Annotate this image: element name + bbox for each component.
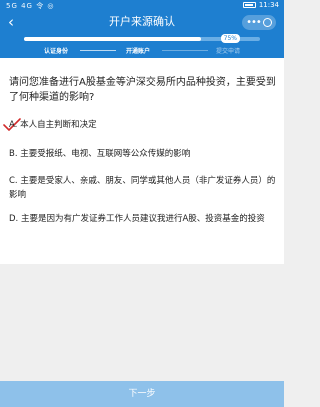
- next-button[interactable]: 下一步: [0, 381, 284, 407]
- option-c[interactable]: C. 主要是受家人、亲戚、朋友、同学或其他人员（非广发证券人员）的影响: [9, 174, 277, 202]
- more-icon[interactable]: •••: [246, 17, 262, 28]
- option-d[interactable]: D. 主要是因为有广发证券工作人员建议我进行A股、投资基金的投资: [9, 212, 277, 226]
- battery-icon: [242, 2, 256, 8]
- option-a[interactable]: A. 本人自主判断和决定: [9, 118, 277, 132]
- navigation-bar: ‹ 开户来源确认 •••: [0, 12, 284, 34]
- step-connector: [80, 50, 116, 51]
- progress-fill: [24, 37, 201, 41]
- clock: 11:34: [258, 1, 279, 9]
- close-mini-program-icon[interactable]: [262, 18, 272, 27]
- step-submit-application: 提交申请: [216, 48, 241, 55]
- progress-percent: 75%: [220, 34, 240, 43]
- question-card: 请问您准备进行A股基金等沪深交易所内品种投资，主要受到了何种渠道的影响? A. …: [0, 58, 284, 264]
- step-open-account: 开通账户: [126, 48, 151, 55]
- capsule-menu[interactable]: •••: [242, 15, 276, 30]
- option-b[interactable]: B. 主要受报纸、电视、互联网等公众传媒的影响: [9, 147, 277, 161]
- signal-indicators: 5G 4G 令 ◎: [6, 2, 55, 10]
- step-verify-identity: 认证身份: [44, 48, 69, 55]
- status-right: 11:34: [242, 1, 279, 9]
- step-indicator: 认证身份 开通账户 提交申请: [0, 45, 284, 55]
- top-header: 5G 4G 令 ◎ 11:34 ‹ 开户来源确认 ••• 75% 认证身份 开通…: [0, 0, 284, 58]
- status-bar: 5G 4G 令 ◎ 11:34: [0, 0, 284, 11]
- question-text: 请问您准备进行A股基金等沪深交易所内品种投资，主要受到了何种渠道的影响?: [9, 77, 276, 103]
- step-connector: [162, 50, 208, 51]
